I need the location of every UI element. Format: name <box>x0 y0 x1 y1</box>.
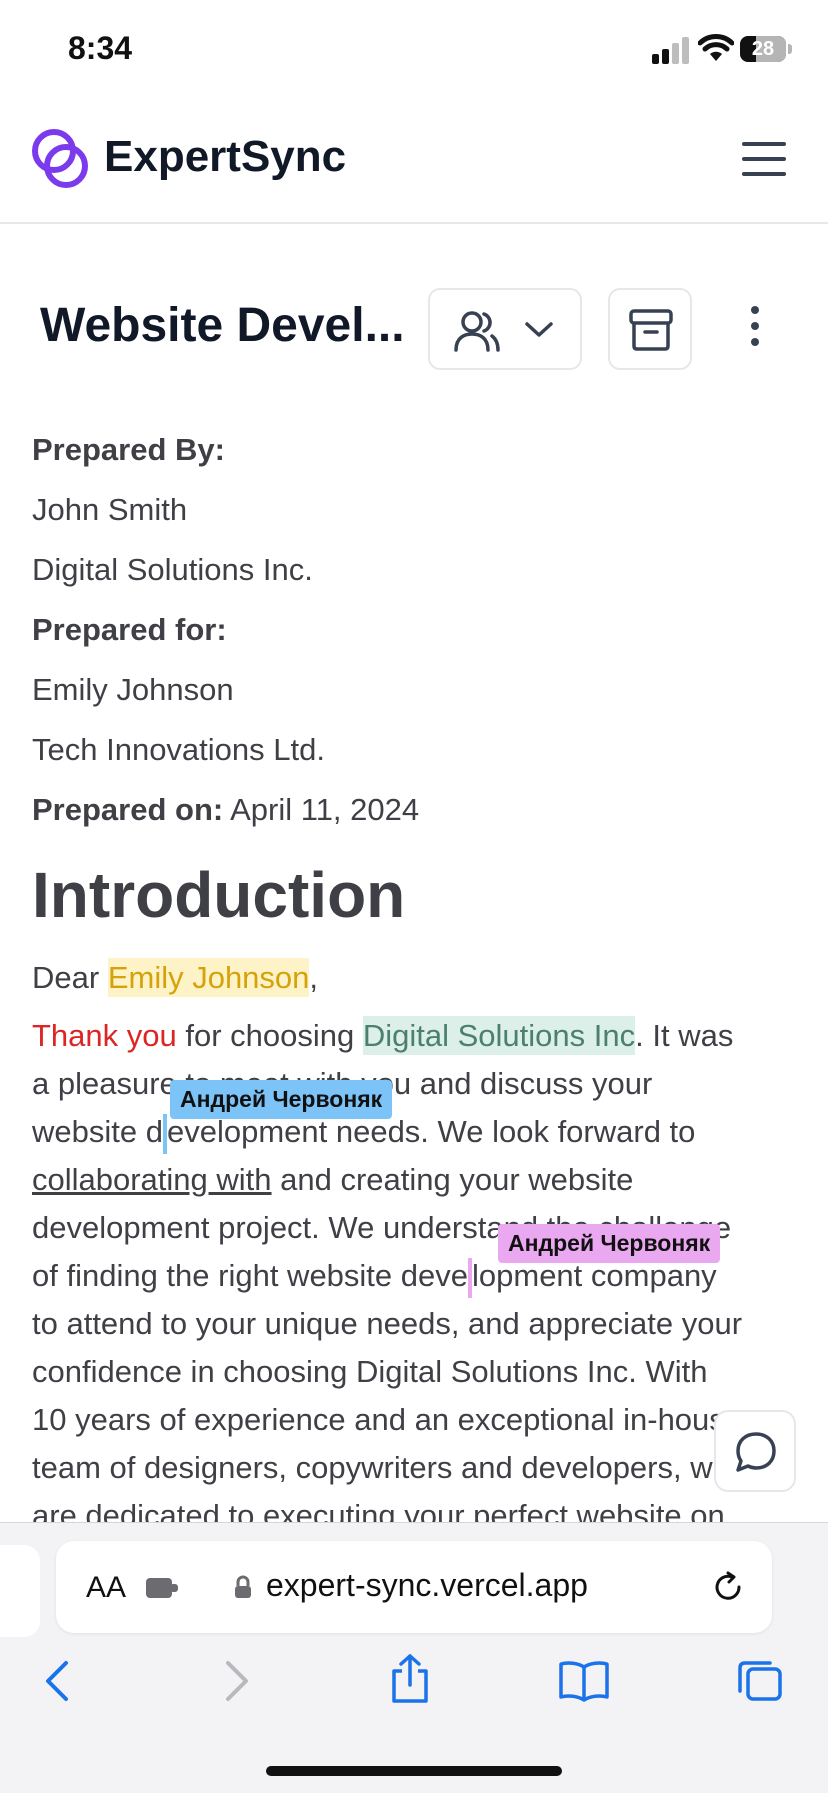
underlined-text: collaborating with <box>32 1162 272 1197</box>
salutation: Dear Emily Johnson, <box>32 958 319 997</box>
chat-bubble-icon <box>736 1432 776 1472</box>
paragraph-line: Thank you for choosing Digital Solutions… <box>32 1016 734 1055</box>
collaborator-cursor-label: Андрей Червоняк <box>170 1080 393 1119</box>
cellular-signal-icon <box>652 37 689 64</box>
tabs-icon[interactable] <box>736 1659 784 1703</box>
paragraph-line: collaborating with and creating your web… <box>32 1162 634 1197</box>
browser-toolbar: AA expert-sync.vercel.app <box>0 1522 828 1793</box>
paragraph-line: website d evelopment needs. We look forwa… <box>32 1108 794 1156</box>
reload-icon[interactable] <box>710 1569 746 1605</box>
extension-icon[interactable] <box>144 1575 180 1601</box>
paragraph-line: confidence in choosing Digital Solutions… <box>32 1354 708 1389</box>
more-options-icon[interactable] <box>740 306 770 352</box>
forward-icon[interactable] <box>222 1659 252 1703</box>
browser-nav-row <box>0 1654 828 1739</box>
prepared-on-date: April 11, 2024 <box>230 792 420 827</box>
prepared-by-label: Prepared By: <box>32 432 225 467</box>
document-title: Website Devel... <box>40 299 405 352</box>
archive-button[interactable] <box>608 288 692 370</box>
highlight-company: Digital Solutions Inc <box>362 1016 636 1055</box>
paragraph-line: to attend to your unique needs, and appr… <box>32 1306 743 1341</box>
paragraph-line: a pleasure to meet with you and discuss … <box>32 1066 653 1101</box>
hamburger-menu-icon[interactable] <box>742 142 786 176</box>
back-icon[interactable] <box>42 1659 72 1703</box>
battery-icon: 28 <box>740 36 786 62</box>
paragraph-line: 10 years of experience and an exceptiona… <box>32 1402 743 1437</box>
section-heading: Introduction <box>32 859 406 931</box>
brand-name[interactable]: ExpertSync <box>104 132 346 182</box>
status-bar: 8:34 28 <box>0 0 828 100</box>
expertsync-logo-icon[interactable] <box>30 126 92 192</box>
prepared-on-label: Prepared on: <box>32 792 224 827</box>
battery-level: 28 <box>751 38 775 60</box>
url-text[interactable]: expert-sync.vercel.app <box>266 1567 588 1604</box>
bookmarks-icon[interactable] <box>558 1659 610 1703</box>
comments-button[interactable] <box>714 1410 796 1492</box>
paragraph-line: team of designers, copywriters and devel… <box>32 1450 730 1485</box>
share-icon[interactable] <box>388 1653 432 1705</box>
prepared-on: Prepared on: April 11, 2024 <box>32 792 419 828</box>
prepared-by-name: John Smith <box>32 492 188 527</box>
prepared-for-label: Prepared for: <box>32 612 227 647</box>
collaborator-cursor-label: Андрей Червоняк <box>498 1224 721 1263</box>
battery-tip <box>788 44 792 54</box>
status-time: 8:34 <box>68 30 133 66</box>
lock-icon <box>235 1575 251 1598</box>
prepared-by-company: Digital Solutions Inc. <box>32 552 313 587</box>
chevron-down-icon <box>525 322 553 337</box>
previous-tab-preview[interactable] <box>0 1545 40 1637</box>
home-indicator[interactable] <box>266 1766 562 1776</box>
address-bar[interactable]: AA expert-sync.vercel.app <box>56 1541 772 1633</box>
app-header: ExpertSync <box>0 100 828 224</box>
wifi-icon <box>698 34 734 61</box>
highlight-client-name: Emily Johnson <box>107 958 310 997</box>
users-icon <box>454 311 500 352</box>
prepared-for-company: Tech Innovations Ltd. <box>32 732 325 767</box>
reader-settings-button[interactable]: AA <box>86 1571 126 1605</box>
prepared-for-name: Emily Johnson <box>32 672 234 707</box>
highlight-thank-you: Thank you <box>32 1018 177 1053</box>
collaborators-dropdown-button[interactable] <box>428 288 582 370</box>
archive-icon <box>629 309 673 351</box>
intro-paragraph[interactable]: Thank you for choosing Digital Solutions… <box>32 1012 794 1540</box>
